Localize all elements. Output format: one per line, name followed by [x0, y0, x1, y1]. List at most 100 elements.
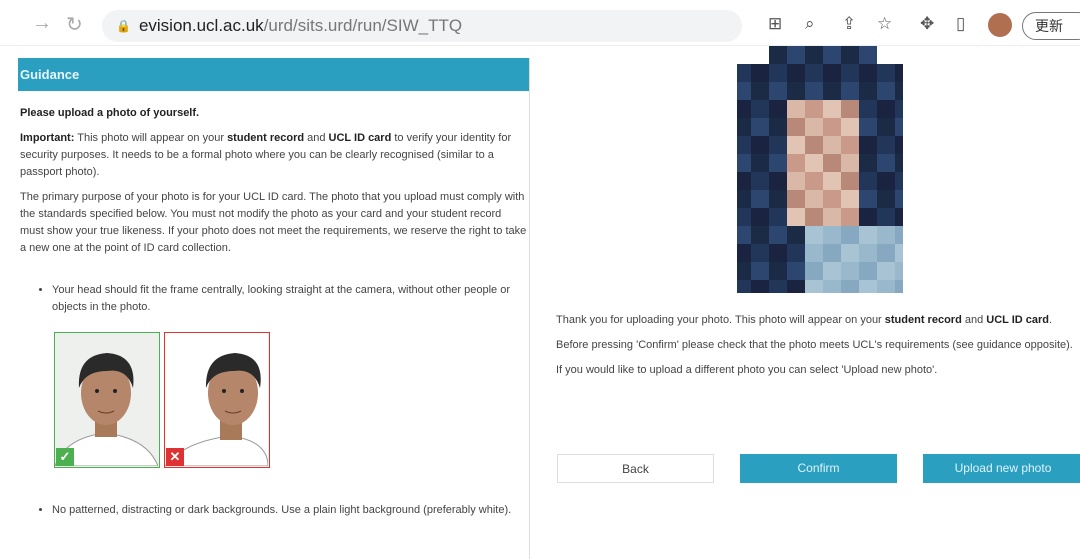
photo-pixel — [841, 172, 859, 190]
address-bar[interactable]: 🔒 evision.ucl.ac.uk/urd/sits.urd/run/SIW… — [102, 10, 742, 42]
thanks-paragraph: Thank you for uploading your photo. This… — [556, 314, 1053, 326]
photo-pixel — [877, 46, 895, 64]
bullet-background: No patterned, distracting or dark backgr… — [52, 502, 532, 519]
photo-pixel — [751, 280, 769, 293]
photo-pixel — [823, 64, 841, 82]
photo-pixel — [737, 190, 751, 208]
extensions-icon[interactable]: ✥ — [920, 14, 934, 34]
photo-pixel — [751, 118, 769, 136]
photo-pixel — [823, 226, 841, 244]
share-icon[interactable]: ⇪ — [842, 14, 856, 34]
photo-pixel — [769, 64, 787, 82]
guidance-panel: Guidance Please upload a photo of yourse… — [18, 58, 530, 559]
photo-pixel — [769, 82, 787, 100]
forward-icon[interactable]: → — [32, 12, 52, 35]
photo-pixel — [823, 46, 841, 64]
purpose-paragraph: The primary purpose of your photo is for… — [20, 191, 527, 254]
photo-pixel — [751, 64, 769, 82]
photo-pixel — [805, 208, 823, 226]
photo-pixel — [787, 280, 805, 293]
photo-pixel — [787, 100, 805, 118]
photo-pixel — [877, 226, 895, 244]
zoom-icon[interactable]: ⌕ — [805, 14, 815, 34]
photo-pixel — [751, 82, 769, 100]
photo-pixel — [859, 226, 877, 244]
translate-icon[interactable]: ⊞ — [768, 14, 782, 34]
photo-pixel — [877, 100, 895, 118]
browser-toolbar: → ↻ 🔒 evision.ucl.ac.uk/urd/sits.urd/run… — [0, 0, 1080, 46]
photo-pixel — [841, 46, 859, 64]
photo-pixel — [823, 172, 841, 190]
photo-pixel — [805, 244, 823, 262]
photo-pixel — [841, 280, 859, 293]
photo-pixel — [877, 64, 895, 82]
check-paragraph: Before pressing 'Confirm' please check t… — [556, 339, 1073, 351]
photo-pixel — [877, 118, 895, 136]
guidance-header: Guidance — [18, 58, 529, 91]
photo-pixel — [769, 244, 787, 262]
photo-pixel — [895, 100, 903, 118]
photo-pixel — [877, 136, 895, 154]
photo-pixel — [877, 208, 895, 226]
photo-pixel — [841, 100, 859, 118]
star-icon[interactable]: ☆ — [877, 14, 892, 34]
photo-pixel — [859, 64, 877, 82]
photo-pixel — [805, 280, 823, 293]
photo-pixel — [751, 136, 769, 154]
photo-pixel — [841, 208, 859, 226]
photo-pixel — [751, 190, 769, 208]
bullet-head-frame: Your head should fit the frame centrally… — [52, 282, 532, 316]
photo-pixel — [769, 280, 787, 293]
sidepanel-icon[interactable]: ▯ — [956, 14, 965, 34]
photo-pixel — [805, 262, 823, 280]
photo-pixel — [737, 46, 751, 64]
photo-pixel — [877, 154, 895, 172]
photo-pixel — [859, 136, 877, 154]
photo-pixel — [751, 226, 769, 244]
photo-pixel — [751, 172, 769, 190]
photo-pixel — [787, 64, 805, 82]
photo-pixel — [859, 154, 877, 172]
photo-pixel — [751, 244, 769, 262]
url-domain: evision.ucl.ac.uk — [138, 16, 264, 35]
photo-pixel — [877, 280, 895, 293]
photo-pixel — [805, 190, 823, 208]
photo-pixel — [805, 64, 823, 82]
confirmation-panel: Thank you for uploading your photo. This… — [533, 46, 1080, 559]
photo-pixel — [895, 226, 903, 244]
photo-pixel — [805, 172, 823, 190]
upload-new-photo-button[interactable]: Upload new photo — [923, 454, 1080, 483]
back-button[interactable]: Back — [557, 454, 714, 483]
photo-pixel — [769, 226, 787, 244]
reload-icon[interactable]: ↻ — [66, 12, 83, 37]
important-paragraph: Important: This photo will appear on you… — [20, 132, 512, 178]
photo-examples: ✓ ✕ — [54, 332, 270, 468]
photo-pixel — [877, 172, 895, 190]
photo-pixel — [895, 262, 903, 280]
photo-pixel — [841, 136, 859, 154]
photo-pixel — [877, 244, 895, 262]
photo-pixel — [737, 154, 751, 172]
photo-pixel — [787, 226, 805, 244]
confirm-button[interactable]: Confirm — [740, 454, 897, 483]
photo-pixel — [737, 136, 751, 154]
photo-pixel — [877, 190, 895, 208]
photo-pixel — [737, 244, 751, 262]
photo-pixel — [823, 100, 841, 118]
photo-pixel — [737, 82, 751, 100]
photo-pixel — [787, 136, 805, 154]
photo-pixel — [895, 172, 903, 190]
photo-pixel — [769, 118, 787, 136]
avatar[interactable] — [988, 13, 1012, 37]
photo-pixel — [805, 100, 823, 118]
photo-pixel — [805, 46, 823, 64]
photo-pixel — [823, 82, 841, 100]
photo-pixel — [823, 280, 841, 293]
update-button[interactable]: 更新 — [1022, 12, 1080, 40]
photo-pixel — [841, 262, 859, 280]
photo-pixel — [805, 82, 823, 100]
photo-pixel — [841, 64, 859, 82]
photo-pixel — [787, 190, 805, 208]
intro-text: Please upload a photo of yourself. — [20, 107, 200, 119]
photo-pixel — [787, 118, 805, 136]
